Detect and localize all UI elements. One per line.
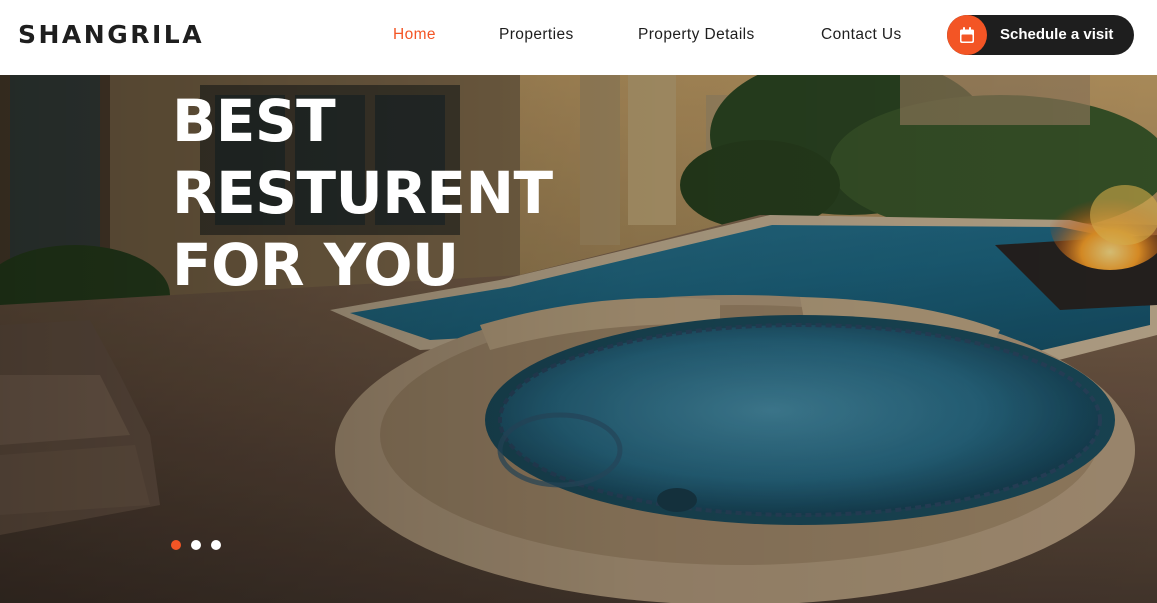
nav-link-contact-us[interactable]: Contact Us [821, 24, 902, 46]
hero-title-line-1: BEST [172, 87, 336, 155]
site-header: SHANGRILA Home Properties Property Detai… [0, 0, 1157, 75]
nav-link-properties[interactable]: Properties [499, 24, 574, 46]
slider-dot-3[interactable] [211, 540, 221, 550]
nav-link-home[interactable]: Home [393, 24, 436, 46]
slider-dot-2[interactable] [191, 540, 201, 550]
hero-title-line-2: RESTURENT [172, 159, 553, 227]
site-logo[interactable]: SHANGRILA [18, 20, 204, 50]
hero-title: BEST RESTURENT FOR YOU [172, 85, 553, 301]
nav-link-property-details[interactable]: Property Details [638, 24, 755, 46]
hero-title-line-3: FOR YOU [172, 231, 459, 299]
schedule-visit-label: Schedule a visit [1000, 26, 1114, 43]
cta-icon-badge [947, 15, 987, 55]
hero-banner: BEST RESTURENT FOR YOU [0, 75, 1157, 603]
schedule-visit-button[interactable]: Schedule a visit [947, 15, 1134, 55]
calendar-icon [960, 27, 974, 43]
slider-dot-1[interactable] [171, 540, 181, 550]
